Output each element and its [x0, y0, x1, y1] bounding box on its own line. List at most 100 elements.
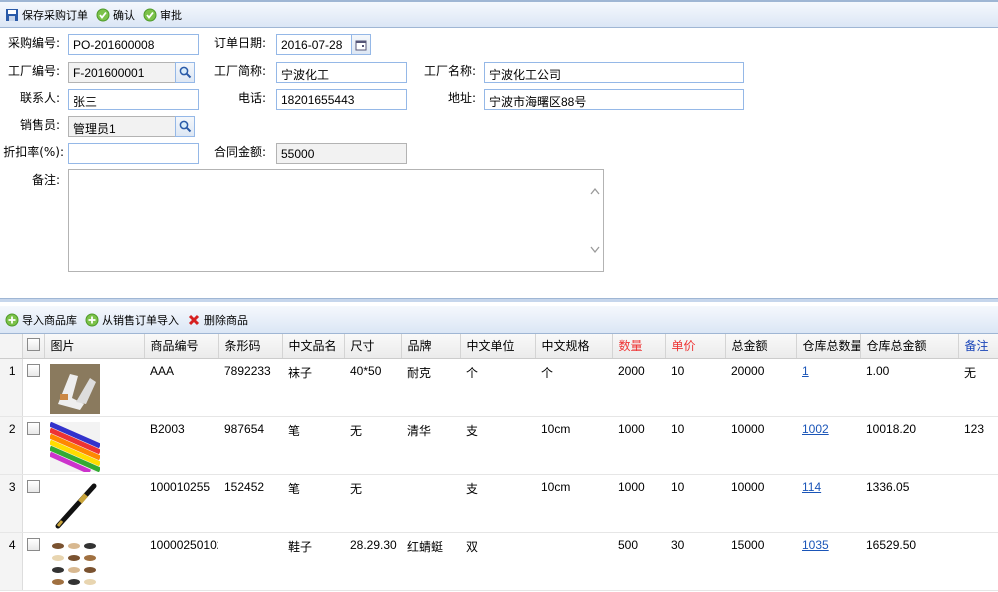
cell-brand[interactable]: 红蜻蜓 [401, 532, 460, 591]
approve-button[interactable]: 审批 [143, 7, 182, 23]
col-header-image[interactable]: 图片 [44, 334, 145, 359]
col-header-price[interactable]: 单价 [665, 334, 726, 359]
cell-spec[interactable]: 10cm [535, 474, 612, 533]
col-header-remark[interactable]: 备注 [958, 334, 998, 359]
pencils-thumbnail [50, 421, 100, 472]
cell-code[interactable]: B2003 [144, 416, 218, 475]
col-header-code[interactable]: 商品编号 [144, 334, 219, 359]
cell-remark[interactable]: 123 [958, 416, 998, 475]
cell-brand[interactable] [401, 474, 460, 533]
col-header-wh-qty[interactable]: 仓库总数量 [796, 334, 861, 359]
cell-remark[interactable]: 无 [958, 358, 998, 417]
cell-price[interactable]: 10 [665, 416, 725, 475]
row-checkbox[interactable] [22, 358, 44, 417]
phone-field[interactable]: 18201655443 [276, 89, 407, 110]
cell-brand[interactable]: 清华 [401, 416, 460, 475]
cell-qty[interactable]: 2000 [612, 358, 665, 417]
factory-name-field[interactable]: 宁波化工公司 [484, 62, 744, 83]
delete-x-icon [188, 314, 200, 325]
col-header-qty[interactable]: 数量 [612, 334, 666, 359]
cell-wh-qty[interactable]: 1035 [796, 532, 860, 591]
cell-size[interactable]: 28.29.30 [344, 532, 401, 591]
cell-size[interactable]: 无 [344, 416, 401, 475]
cell-name[interactable]: 笔 [282, 416, 344, 475]
cell-wh-qty[interactable]: 114 [796, 474, 860, 533]
cell-wh-qty[interactable]: 1 [796, 358, 860, 417]
row-checkbox[interactable] [22, 532, 44, 591]
table-row[interactable]: 4 10000250102 鞋子 28.29.30 红蜻蜓 双 500 30 1… [0, 532, 998, 591]
cell-qty[interactable]: 500 [612, 532, 665, 591]
contact-field[interactable]: 张三 [68, 89, 199, 110]
sales-field[interactable]: 管理员1 [68, 116, 176, 137]
cell-spec[interactable]: 10cm [535, 416, 612, 475]
warehouse-qty-link[interactable]: 1002 [802, 422, 829, 436]
col-header-total[interactable]: 总金额 [725, 334, 797, 359]
cell-price[interactable]: 10 [665, 358, 725, 417]
save-order-button[interactable]: 保存采购订单 [5, 7, 88, 23]
remark-scrollbar[interactable] [587, 170, 603, 271]
cell-barcode[interactable]: 7892233 [218, 358, 282, 417]
cell-remark[interactable] [958, 532, 998, 591]
order-date-field[interactable]: 2016-07-28 [276, 34, 352, 55]
col-header-name[interactable]: 中文品名 [282, 334, 345, 359]
calendar-button[interactable] [351, 34, 371, 55]
cell-barcode[interactable]: 152452 [218, 474, 282, 533]
table-row[interactable]: 1 AAA 7892233 袜子 40*50 耐克 个 个 2000 10 20… [0, 358, 998, 417]
cell-price[interactable]: 10 [665, 474, 725, 533]
cell-unit[interactable]: 支 [460, 416, 535, 475]
row-checkbox[interactable] [22, 474, 44, 533]
cell-code[interactable]: 100010255 [144, 474, 218, 533]
cell-name[interactable]: 鞋子 [282, 532, 344, 591]
row-checkbox[interactable] [22, 416, 44, 475]
col-header-wh-amount[interactable]: 仓库总金额 [860, 334, 959, 359]
col-header-size[interactable]: 尺寸 [344, 334, 402, 359]
cell-qty[interactable]: 1000 [612, 416, 665, 475]
factory-no-label: 工厂编号: [7, 64, 60, 78]
discount-field[interactable] [68, 143, 199, 164]
contract-amount-label: 合同金额: [213, 145, 266, 159]
factory-short-field[interactable]: 宁波化工 [276, 62, 407, 83]
cell-price[interactable]: 30 [665, 532, 725, 591]
contract-amount-field: 55000 [276, 143, 407, 164]
cell-unit[interactable]: 支 [460, 474, 535, 533]
cell-remark[interactable] [958, 474, 998, 533]
sales-search-button[interactable] [175, 116, 195, 137]
delete-product-button[interactable]: 删除商品 [187, 312, 248, 328]
cell-barcode[interactable]: 987654 [218, 416, 282, 475]
import-library-button[interactable]: 导入商品库 [5, 312, 77, 328]
cell-code[interactable]: AAA [144, 358, 218, 417]
col-header-barcode[interactable]: 条形码 [218, 334, 283, 359]
cell-wh-qty[interactable]: 1002 [796, 416, 860, 475]
select-all-checkbox[interactable] [22, 334, 45, 359]
cell-wh-amount: 1336.05 [860, 474, 958, 533]
warehouse-qty-link[interactable]: 114 [802, 480, 821, 494]
cell-size[interactable]: 40*50 [344, 358, 401, 417]
cell-code[interactable]: 10000250102 [144, 532, 218, 591]
col-header-unit[interactable]: 中文单位 [460, 334, 536, 359]
warehouse-qty-link[interactable]: 1035 [802, 538, 829, 552]
cell-name[interactable]: 笔 [282, 474, 344, 533]
col-header-spec[interactable]: 中文规格 [535, 334, 613, 359]
cell-size[interactable]: 无 [344, 474, 401, 533]
col-header-brand[interactable]: 品牌 [401, 334, 461, 359]
table-row[interactable]: 3 100010255 152452 笔 无 支 10cm 1000 10 10… [0, 474, 998, 533]
confirm-button[interactable]: 确认 [96, 7, 135, 23]
remark-textarea[interactable] [68, 169, 604, 272]
cell-name[interactable]: 袜子 [282, 358, 344, 417]
factory-no-field[interactable]: F-201600001 [68, 62, 176, 83]
warehouse-qty-link[interactable]: 1 [802, 364, 809, 378]
cell-qty[interactable]: 1000 [612, 474, 665, 533]
cell-unit[interactable]: 个 [460, 358, 535, 417]
factory-search-button[interactable] [175, 62, 195, 83]
cell-unit[interactable]: 双 [460, 532, 535, 591]
cell-spec[interactable]: 个 [535, 358, 612, 417]
cell-spec[interactable] [535, 532, 612, 591]
product-image-cell [44, 532, 144, 591]
cell-brand[interactable]: 耐克 [401, 358, 460, 417]
purchase-no-field[interactable]: PO-201600008 [68, 34, 199, 55]
cell-wh-amount: 10018.20 [860, 416, 958, 475]
address-field[interactable]: 宁波市海曙区88号 [484, 89, 744, 110]
import-sales-button[interactable]: 从销售订单导入 [85, 312, 179, 328]
table-row[interactable]: 2 B2003 987654 笔 无 清华 支 10cm 1000 10 100… [0, 416, 998, 475]
cell-barcode[interactable] [218, 532, 282, 591]
